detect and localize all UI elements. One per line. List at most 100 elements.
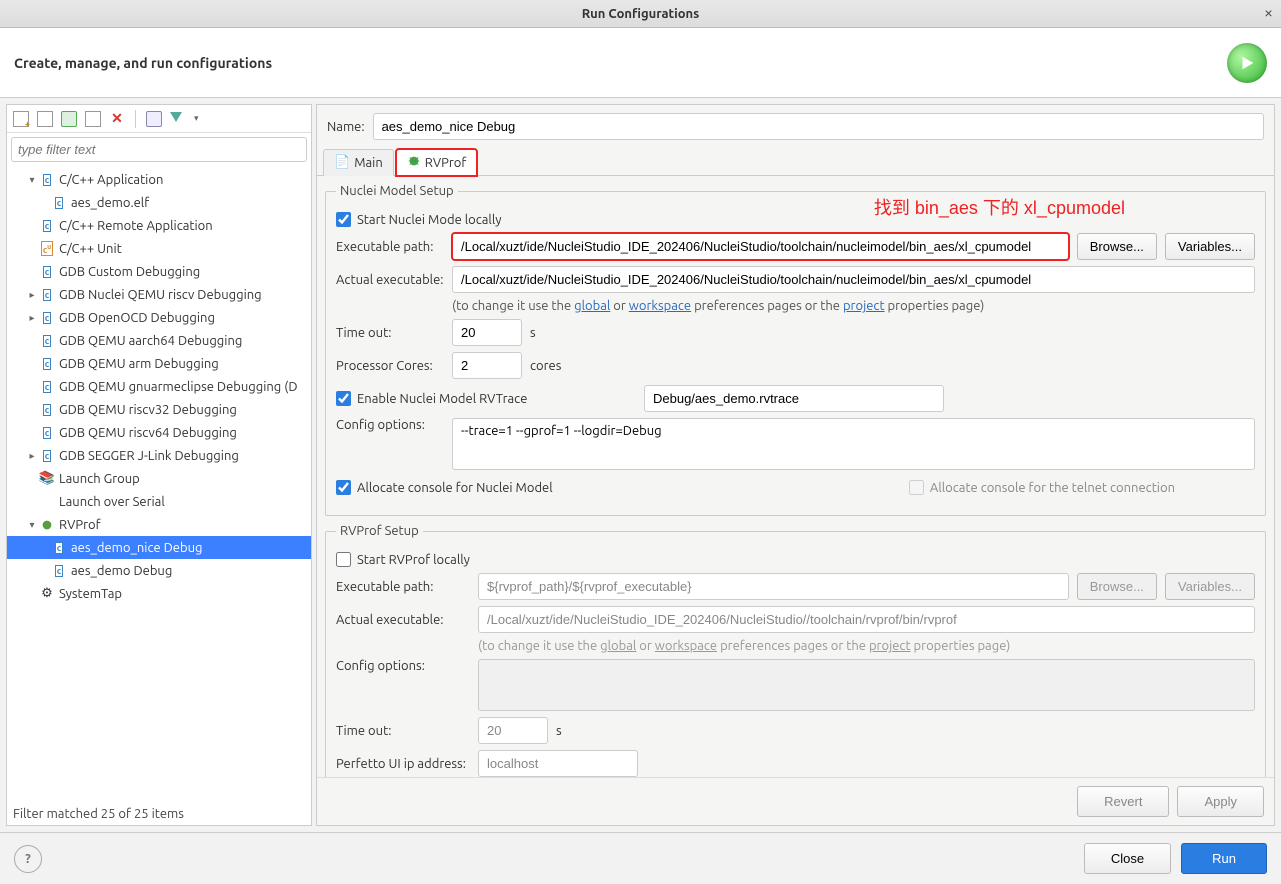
tree-item[interactable]: cGDB QEMU riscv32 Debugging (7, 398, 311, 421)
apply-button[interactable]: Apply (1177, 786, 1264, 817)
footer: ? Close Run (0, 832, 1281, 884)
rvprof-variables-button: Variables... (1165, 573, 1255, 600)
tree-item[interactable]: ▾cC/C++ Application (7, 168, 311, 191)
nuclei-hint: (to change it use the global or workspac… (452, 299, 1255, 313)
timeout-input[interactable] (452, 319, 522, 346)
duplicate-icon[interactable] (85, 111, 101, 127)
export-icon[interactable] (61, 111, 77, 127)
filter-icon[interactable] (170, 111, 186, 127)
separator (135, 110, 136, 128)
cores-unit: cores (530, 359, 561, 373)
right-buttons: Revert Apply (317, 777, 1274, 825)
config-tree: ▾cC/C++ Applicationcaes_demo.elfcC/C++ R… (7, 166, 311, 803)
actual-exec-input[interactable] (452, 266, 1255, 293)
tree-item[interactable]: Launch over Serial (7, 490, 311, 513)
titlebar: Run Configurations × (0, 0, 1281, 28)
start-nuclei-label: Start Nuclei Mode locally (357, 213, 501, 227)
rvtrace-path-input[interactable] (644, 385, 944, 412)
start-nuclei-checkbox[interactable] (336, 212, 351, 227)
rvtrace-checkbox[interactable] (336, 391, 351, 406)
perfetto-input (478, 750, 638, 777)
rvprof-browse-button: Browse... (1077, 573, 1157, 600)
left-panel: ✕ ▾ ▾cC/C++ Applicationcaes_demo.elfcC/C… (6, 104, 312, 826)
tree-item[interactable]: cGDB QEMU aarch64 Debugging (7, 329, 311, 352)
exec-path-label: Executable path: (336, 240, 444, 254)
rvprof-exec-input (478, 573, 1069, 600)
expander-icon[interactable]: ▸ (25, 450, 39, 462)
tree-item[interactable]: cGDB QEMU arm Debugging (7, 352, 311, 375)
close-button[interactable]: Close (1084, 843, 1171, 874)
tree-item[interactable]: ⚙SystemTap (7, 582, 311, 605)
tree-item[interactable]: 📚Launch Group (7, 467, 311, 490)
tree-item[interactable]: ▸cGDB SEGGER J-Link Debugging (7, 444, 311, 467)
tree-item[interactable]: cC/C++ Remote Application (7, 214, 311, 237)
tree-item[interactable]: cGDB QEMU riscv64 Debugging (7, 421, 311, 444)
project-link[interactable]: project (843, 299, 885, 313)
filter-dropdown-icon[interactable]: ▾ (194, 113, 199, 124)
filter-input[interactable] (11, 137, 307, 162)
actual-exec-label: Actual executable: (336, 273, 444, 287)
expander-icon[interactable]: ▾ (25, 519, 39, 531)
revert-button[interactable]: Revert (1077, 786, 1169, 817)
browse-button[interactable]: Browse... (1077, 233, 1157, 260)
tree-item[interactable]: cuC/C++ Unit (7, 237, 311, 260)
expander-icon[interactable]: ▸ (25, 289, 39, 301)
tree-label: GDB QEMU aarch64 Debugging (59, 334, 242, 348)
perfetto-label: Perfetto UI ip address: (336, 757, 470, 771)
collapse-icon[interactable] (146, 111, 162, 127)
nuclei-legend: Nuclei Model Setup (336, 184, 458, 198)
file-icon: 📄 (334, 155, 350, 170)
tab-rvprof-label: RVProf (425, 156, 467, 170)
rvprof-legend: RVProf Setup (336, 524, 423, 538)
global-link[interactable]: global (574, 299, 610, 313)
tree-item[interactable]: ▸cGDB OpenOCD Debugging (7, 306, 311, 329)
tree-item[interactable]: caes_demo.elf (7, 191, 311, 214)
window-close-icon[interactable]: × (1264, 4, 1273, 22)
rvprof-actual-input (478, 606, 1255, 633)
nuclei-fieldset: Nuclei Model Setup 找到 bin_aes 下的 xl_cpum… (325, 184, 1266, 516)
alloc-telnet-label: Allocate console for the telnet connecti… (930, 481, 1175, 495)
tree-label: C/C++ Application (59, 173, 163, 187)
tree-label: Launch Group (59, 472, 140, 486)
exec-path-input[interactable] (452, 233, 1069, 260)
tree-label: C/C++ Unit (59, 242, 122, 256)
tab-main[interactable]: 📄 Main (323, 149, 394, 176)
name-input[interactable] (373, 113, 1264, 140)
expander-icon[interactable]: ▾ (25, 174, 39, 186)
variables-button[interactable]: Variables... (1165, 233, 1255, 260)
tree-label: SystemTap (59, 587, 122, 601)
name-label: Name: (327, 120, 365, 134)
tree-label: GDB SEGGER J-Link Debugging (59, 449, 239, 463)
run-button[interactable]: Run (1181, 843, 1267, 874)
tree-label: aes_demo Debug (71, 564, 172, 578)
tree-item[interactable]: cGDB Custom Debugging (7, 260, 311, 283)
tree-item[interactable]: caes_demo Debug (7, 559, 311, 582)
rvprof-timeout-label: Time out: (336, 724, 470, 738)
timeout-unit: s (530, 326, 536, 340)
header: Create, manage, and run configurations (0, 28, 1281, 98)
tree-item[interactable]: ▾ RVProf (7, 513, 311, 536)
tree-item[interactable]: cGDB QEMU gnuarmeclipse Debugging (D (7, 375, 311, 398)
bug-icon (407, 154, 421, 171)
tree-item[interactable]: caes_demo_nice Debug (7, 536, 311, 559)
tab-rvprof[interactable]: RVProf (396, 149, 478, 176)
alloc-telnet-checkbox (909, 480, 924, 495)
new-config-icon[interactable] (13, 111, 29, 127)
tree-label: RVProf (59, 518, 101, 532)
new-proto-icon[interactable] (37, 111, 53, 127)
tree-label: GDB QEMU riscv32 Debugging (59, 403, 237, 417)
start-rvprof-checkbox[interactable] (336, 552, 351, 567)
window-title: Run Configurations (582, 7, 700, 21)
help-icon[interactable]: ? (14, 845, 42, 873)
workspace-link[interactable]: workspace (629, 299, 691, 313)
tree-label: Launch over Serial (59, 495, 165, 509)
delete-icon[interactable]: ✕ (109, 111, 125, 127)
tree-item[interactable]: ▸cGDB Nuclei QEMU riscv Debugging (7, 283, 311, 306)
rvprof-config-label: Config options: (336, 659, 470, 673)
alloc-console-checkbox[interactable] (336, 480, 351, 495)
rvprof-timeout-input (478, 717, 548, 744)
rvprof-timeout-unit: s (556, 724, 562, 738)
expander-icon[interactable]: ▸ (25, 312, 39, 324)
cores-input[interactable] (452, 352, 522, 379)
config-opts-input[interactable]: --trace=1 --gprof=1 --logdir=Debug (452, 418, 1255, 470)
